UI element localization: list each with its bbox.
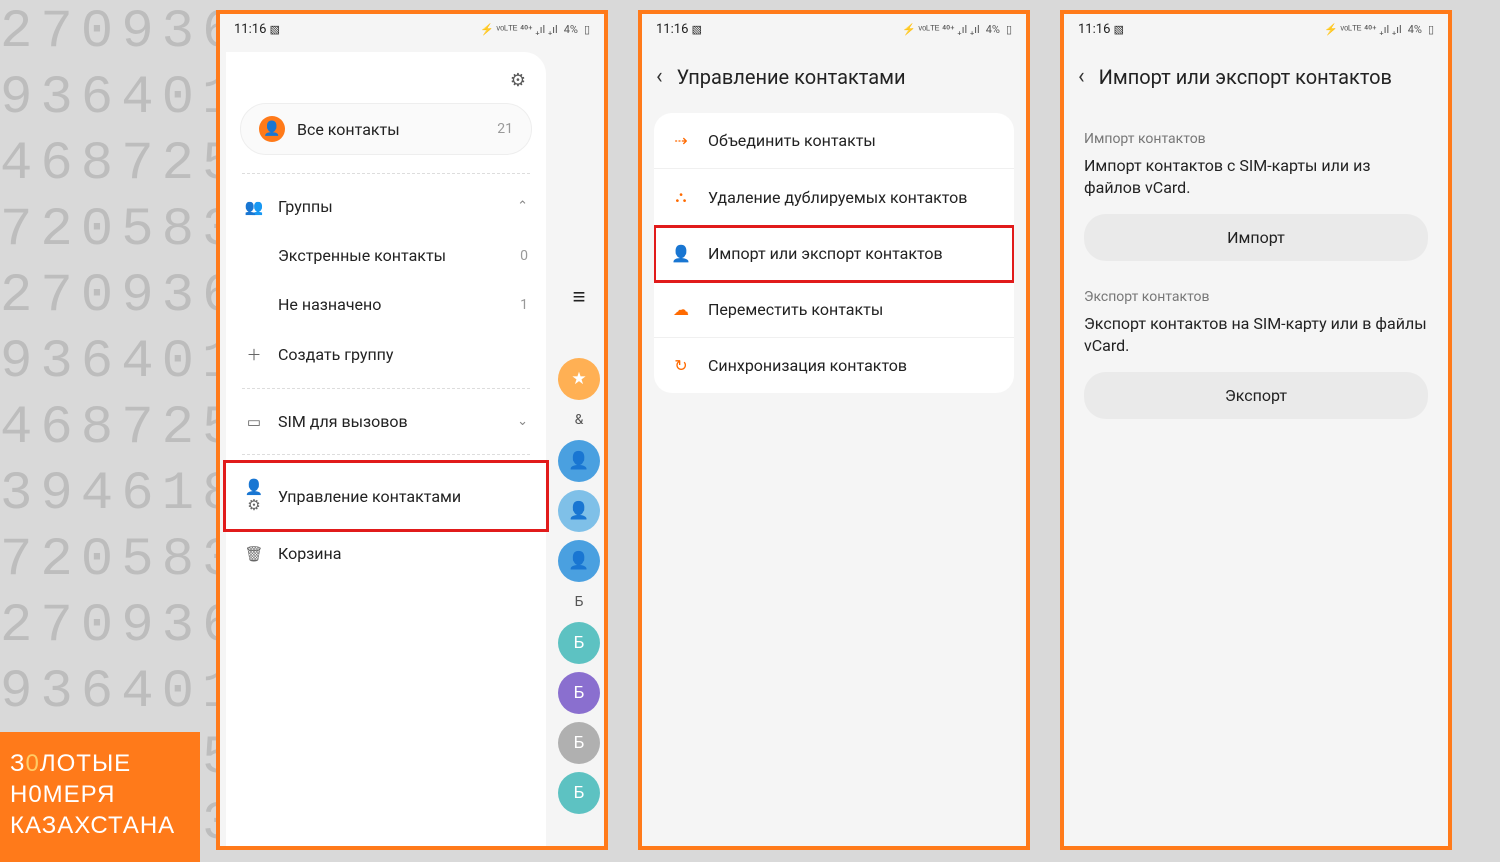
item-label: Объединить контакты: [708, 131, 876, 150]
screens-container: 11:16 ▧ ⚡ ᵛᵒᴸᵀᴱ ⁴⁰⁺ ₊ıl ₊ıl 4%▯ ≡ ★ & 👤 …: [216, 10, 1452, 850]
item-label: Синхронизация контактов: [708, 356, 907, 375]
drawer-item-manage[interactable]: 👤⚙ Управление контактами: [226, 463, 546, 529]
contact-avatar[interactable]: 👤: [558, 540, 600, 582]
contacts-list-sliver: ≡ ★ & 👤 👤 👤 Б Б Б Б Б: [554, 284, 604, 846]
manage-icon: 👤⚙: [244, 478, 264, 514]
plus-icon: ＋: [244, 344, 264, 365]
gear-icon[interactable]: ⚙: [510, 70, 526, 91]
status-icons: ⚡ ᵛᵒᴸᵀᴱ ⁴⁰⁺ ₊ıl ₊ıl 4%▯: [1322, 23, 1434, 36]
merge-icon: ⇢: [670, 131, 692, 150]
list-item-sync[interactable]: ↻ Синхронизация контактов: [654, 338, 1014, 393]
page-title: Импорт или экспорт контактов: [1099, 65, 1392, 89]
drawer-item-create-group[interactable]: ＋ Создать группу: [226, 329, 546, 380]
page-header: ‹ Управление контактами: [642, 44, 1026, 113]
status-bar: 11:16 ▧ ⚡ ᵛᵒᴸᵀᴱ ⁴⁰⁺ ₊ıl ₊ıl 4%▯: [220, 14, 604, 44]
import-button[interactable]: Импорт: [1084, 214, 1428, 261]
list-item-duplicates[interactable]: ⛬ Удаление дублируемых контактов: [654, 169, 1014, 226]
drawer-item-emergency[interactable]: Экстренные контакты 0: [226, 231, 546, 280]
separator: [242, 454, 530, 455]
cloud-icon: ☁: [670, 300, 692, 319]
item-label: Импорт или экспорт контактов: [708, 244, 943, 263]
sim-label: SIM для вызовов: [278, 412, 408, 431]
menu-icon[interactable]: ≡: [573, 284, 586, 310]
contact-avatar[interactable]: Б: [558, 672, 600, 714]
phone-screen-1: 11:16 ▧ ⚡ ᵛᵒᴸᵀᴱ ⁴⁰⁺ ₊ıl ₊ıl 4%▯ ≡ ★ & 👤 …: [216, 10, 608, 850]
item-label: Удаление дублируемых контактов: [708, 188, 967, 207]
status-time: 11:16: [656, 22, 688, 37]
duplicates-icon: ⛬: [670, 187, 692, 207]
status-bar: 11:16 ▧ ⚡ ᵛᵒᴸᵀᴱ ⁴⁰⁺ ₊ıl ₊ıl 4%▯: [642, 14, 1026, 44]
page-title: Управление контактами: [677, 65, 906, 89]
drawer-item-trash[interactable]: 🗑 Корзина: [226, 529, 546, 578]
chevron-up-icon: ⌃: [517, 199, 528, 214]
drawer-item-sim[interactable]: ▭ SIM для вызовов ⌄: [226, 397, 546, 446]
all-contacts-button[interactable]: 👤 Все контакты 21: [240, 103, 532, 155]
create-group-label: Создать группу: [278, 345, 393, 364]
groups-label: Группы: [278, 197, 333, 216]
separator: [242, 173, 530, 174]
trash-label: Корзина: [278, 544, 341, 563]
contact-avatar[interactable]: Б: [558, 622, 600, 664]
import-section: Импорт контактов Импорт контактов с SIM-…: [1064, 113, 1448, 214]
contact-avatar[interactable]: Б: [558, 722, 600, 764]
contact-avatar[interactable]: Б: [558, 772, 600, 814]
export-button[interactable]: Экспорт: [1084, 372, 1428, 419]
drawer-panel: ⚙ 👤 Все контакты 21 👥 Группы ⌃ Экстренны…: [226, 52, 546, 846]
drawer-item-groups[interactable]: 👥 Группы ⌃: [226, 182, 546, 231]
contact-avatar[interactable]: 👤: [558, 440, 600, 482]
emergency-label: Экстренные контакты: [278, 246, 446, 265]
screenshot-icon: ▧: [692, 23, 702, 36]
manage-list: ⇢ Объединить контакты ⛬ Удаление дублиру…: [654, 113, 1014, 393]
page-header: ‹ Импорт или экспорт контактов: [1064, 44, 1448, 113]
back-icon[interactable]: ‹: [656, 64, 663, 89]
sync-icon: ↻: [670, 356, 692, 375]
chevron-down-icon: ⌄: [517, 414, 528, 429]
sim-icon: ▭: [244, 413, 264, 431]
screenshot-icon: ▧: [1114, 23, 1124, 36]
item-label: Переместить контакты: [708, 300, 883, 319]
contact-avatar[interactable]: 👤: [558, 490, 600, 532]
person-icon: 👤: [259, 116, 285, 142]
status-bar: 11:16 ▧ ⚡ ᵛᵒᴸᵀᴱ ⁴⁰⁺ ₊ıl ₊ıl 4%▯: [1064, 14, 1448, 44]
list-item-move[interactable]: ☁ Переместить контакты: [654, 282, 1014, 338]
unassigned-label: Не назначено: [278, 295, 381, 314]
phone-screen-2: 11:16 ▧ ⚡ ᵛᵒᴸᵀᴱ ⁴⁰⁺ ₊ıl ₊ıl 4%▯ ‹ Управл…: [638, 10, 1030, 850]
all-contacts-count: 21: [497, 121, 513, 137]
status-time: 11:16: [1078, 22, 1110, 37]
status-icons: ⚡ ᵛᵒᴸᵀᴱ ⁴⁰⁺ ₊ıl ₊ıl 4%▯: [478, 23, 590, 36]
import-label: Импорт контактов: [1084, 131, 1428, 147]
unassigned-count: 1: [520, 297, 528, 313]
import-desc: Импорт контактов с SIM-карты или из файл…: [1084, 155, 1428, 200]
list-item-merge[interactable]: ⇢ Объединить контакты: [654, 113, 1014, 169]
export-section: Экспорт контактов Экспорт контактов на S…: [1064, 271, 1448, 372]
section-letter: Б: [575, 594, 584, 610]
back-icon[interactable]: ‹: [1078, 64, 1085, 89]
all-contacts-label: Все контакты: [297, 120, 485, 139]
status-time: 11:16: [234, 22, 266, 37]
favorites-icon[interactable]: ★: [558, 358, 600, 400]
status-icons: ⚡ ᵛᵒᴸᵀᴱ ⁴⁰⁺ ₊ıl ₊ıl 4%▯: [900, 23, 1012, 36]
drawer-item-unassigned[interactable]: Не назначено 1: [226, 280, 546, 329]
brand-logo: З0ЛОТЫЕ Н0МЕРЯ КАЗАХСТАНА: [0, 732, 200, 862]
separator: [242, 388, 530, 389]
trash-icon: 🗑: [244, 545, 264, 563]
screenshot-icon: ▧: [270, 23, 280, 36]
phone-screen-3: 11:16 ▧ ⚡ ᵛᵒᴸᵀᴱ ⁴⁰⁺ ₊ıl ₊ıl 4%▯ ‹ Импорт…: [1060, 10, 1452, 850]
export-desc: Экспорт контактов на SIM-карту или в фай…: [1084, 313, 1428, 358]
list-item-import-export[interactable]: 👤 Импорт или экспорт контактов: [654, 226, 1014, 282]
groups-icon: 👥: [244, 198, 264, 216]
emergency-count: 0: [520, 248, 528, 264]
manage-label: Управление контактами: [278, 487, 461, 506]
export-label: Экспорт контактов: [1084, 289, 1428, 305]
import-export-icon: 👤: [670, 244, 692, 263]
section-letter: &: [575, 412, 584, 428]
